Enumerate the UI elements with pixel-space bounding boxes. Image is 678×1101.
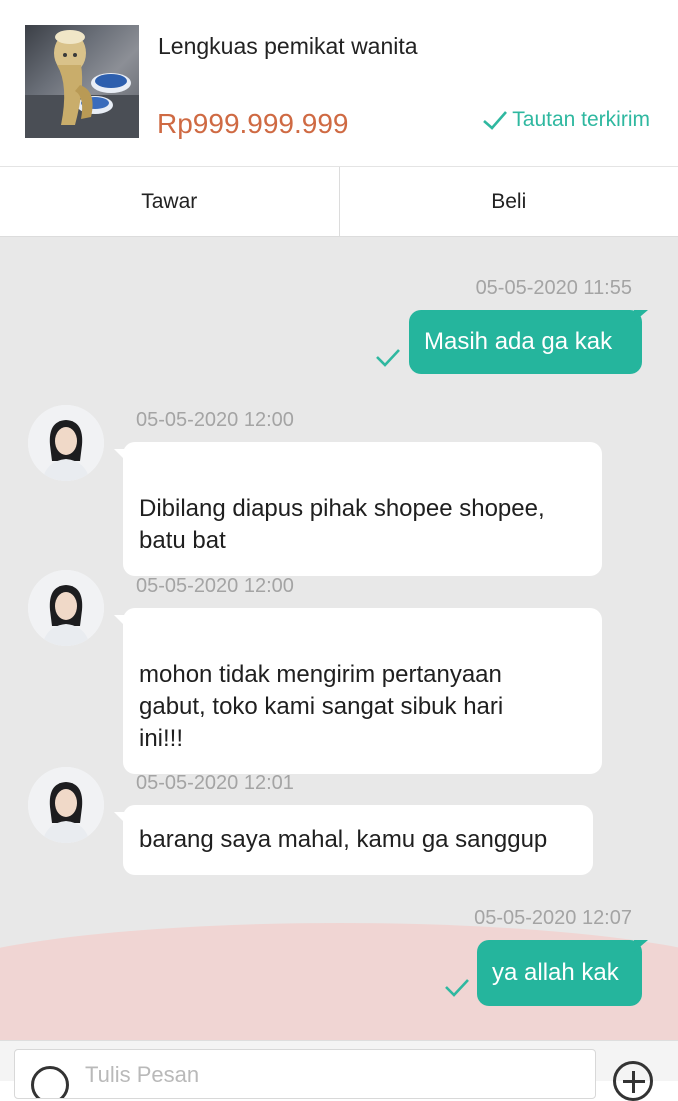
message-timestamp: 05-05-2020 12:01 [136, 772, 294, 795]
message-input[interactable] [85, 1060, 565, 1090]
message-timestamp: 05-05-2020 12:07 [474, 907, 632, 930]
sent-check-icon [443, 976, 471, 998]
message-text: barang saya mahal, kamu ga sanggup [139, 826, 547, 853]
chat-messages[interactable]: 05-05-2020 11:55 Masih ada ga kak 05-05-… [0, 237, 678, 1040]
emoji-icon[interactable] [31, 1066, 69, 1099]
incoming-message-bubble[interactable]: mohon tidak mengirim pertanyaan gabut, t… [123, 608, 602, 774]
seller-avatar[interactable] [28, 767, 104, 843]
link-status-label: Tautan terkirim [512, 108, 650, 132]
composer-field[interactable] [14, 1049, 596, 1099]
incoming-message-bubble[interactable]: Dibilang diapus pihak shopee shopee, bat… [123, 442, 602, 576]
outgoing-message-bubble[interactable]: Masih ada ga kak [409, 310, 642, 374]
message-text: Masih ada ga kak [424, 326, 612, 358]
product-name: Lengkuas pemikat wanita [158, 33, 418, 60]
message-timestamp: 05-05-2020 12:00 [136, 575, 294, 598]
outgoing-message-bubble[interactable]: ya allah kak [477, 940, 642, 1006]
sent-check-icon [374, 346, 402, 368]
message-text: Dibilang diapus pihak shopee shopee, bat… [139, 495, 545, 554]
message-text: mohon tidak mengirim pertanyaan gabut, t… [139, 661, 503, 752]
seller-avatar[interactable] [28, 405, 104, 481]
add-attachment-icon[interactable] [613, 1061, 653, 1101]
message-timestamp: 05-05-2020 11:55 [476, 277, 632, 300]
seller-avatar[interactable] [28, 570, 104, 646]
product-thumbnail[interactable] [25, 25, 139, 138]
incoming-message-bubble[interactable]: barang saya mahal, kamu ga sanggup [123, 805, 593, 875]
product-price: Rp999.999.999 [157, 108, 349, 140]
check-icon [482, 109, 508, 131]
offer-button[interactable]: Tawar [0, 167, 339, 236]
product-header: Lengkuas pemikat wanita Rp999.999.999 Ta… [0, 0, 678, 167]
message-timestamp: 05-05-2020 12:00 [136, 409, 294, 432]
buy-button[interactable]: Beli [339, 167, 678, 236]
action-bar: Tawar Beli [0, 167, 678, 237]
message-composer [0, 1040, 678, 1081]
message-text: ya allah kak [492, 957, 619, 989]
link-sent-status: Tautan terkirim [482, 108, 650, 132]
